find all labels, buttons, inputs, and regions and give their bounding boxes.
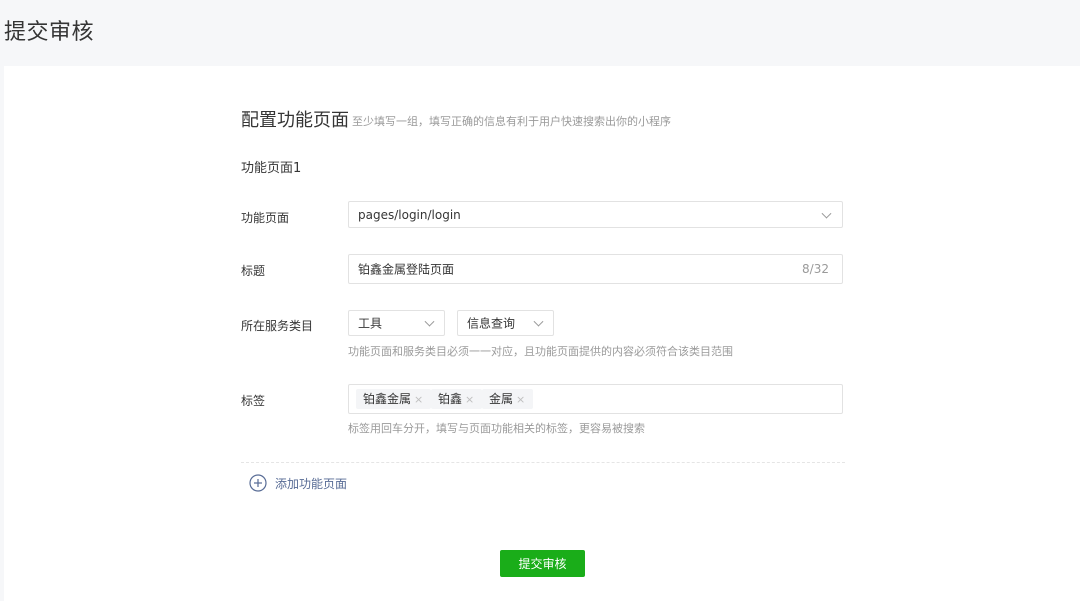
tag-item[interactable]: 铂鑫 × <box>431 389 483 410</box>
chevron-down-icon <box>424 316 435 327</box>
page-select-value: pages/login/login <box>358 207 461 222</box>
add-function-page-label: 添加功能页面 <box>275 476 348 491</box>
form-card: 配置功能页面 至少填写一组，填写正确的信息有利于用户快速搜索出你的小程序 功能页… <box>4 66 1080 601</box>
chevron-down-icon <box>533 316 544 327</box>
category-help-text: 功能页面和服务类目必须一一对应，且功能页面提供的内容必须符合该类目范围 <box>348 345 733 358</box>
section-divider <box>241 462 845 463</box>
add-function-page-button[interactable]: 添加功能页面 <box>249 473 347 493</box>
tags-label: 标签 <box>241 394 266 408</box>
tag-item[interactable]: 金属 × <box>482 389 534 410</box>
category-secondary-select[interactable]: 信息查询 <box>457 310 554 336</box>
page-select[interactable]: pages/login/login <box>348 201 843 228</box>
plus-circle-icon <box>249 474 267 492</box>
title-input-value: 铂鑫金属登陆页面 <box>358 262 455 277</box>
tags-help-text: 标签用回车分开，填写与页面功能相关的标签，更容易被搜索 <box>348 422 645 435</box>
category-primary-select[interactable]: 工具 <box>348 310 445 336</box>
title-label: 标题 <box>241 264 266 278</box>
close-icon[interactable]: × <box>516 390 525 410</box>
category-label: 所在服务类目 <box>241 319 314 333</box>
close-icon[interactable]: × <box>414 390 423 410</box>
tags-input[interactable]: 铂鑫金属 × 铂鑫 × 金属 × <box>348 384 843 414</box>
title-input[interactable]: 铂鑫金属登陆页面 8/32 <box>348 254 843 284</box>
category-secondary-value: 信息查询 <box>467 316 516 331</box>
page-title: 提交审核 <box>4 20 95 45</box>
category-primary-value: 工具 <box>358 316 383 331</box>
close-icon[interactable]: × <box>465 390 474 410</box>
section-hint: 至少填写一组，填写正确的信息有利于用户快速搜索出你的小程序 <box>352 115 671 128</box>
function-page-group-title: 功能页面1 <box>241 161 302 176</box>
chevron-down-icon <box>821 208 832 219</box>
submit-review-button[interactable]: 提交审核 <box>500 550 585 577</box>
page-label: 功能页面 <box>241 211 290 225</box>
section-title: 配置功能页面 <box>241 110 349 131</box>
tag-item[interactable]: 铂鑫金属 × <box>356 389 432 410</box>
title-char-counter: 8/32 <box>802 262 829 276</box>
